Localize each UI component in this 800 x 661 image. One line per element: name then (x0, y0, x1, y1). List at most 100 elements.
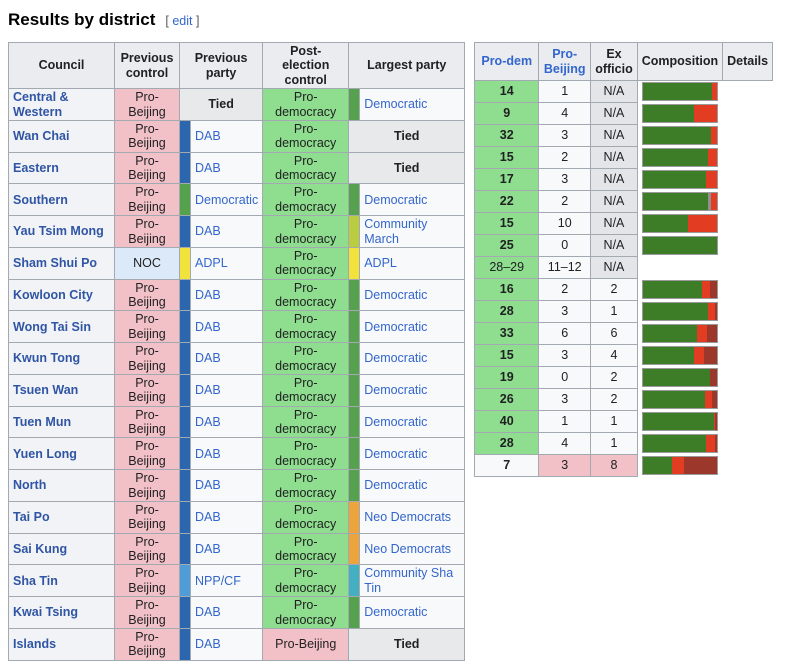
council-link[interactable]: Kowloon City (13, 288, 93, 302)
largest-party-link[interactable]: Democratic (364, 447, 427, 461)
council-link[interactable]: Yuen Long (13, 447, 77, 461)
district-row: Kwai TsingPro-BeijingDABPro-democracyDem… (9, 597, 465, 629)
council-link[interactable]: Sham Shui Po (13, 256, 97, 270)
district-row: Kowloon CityPro-BeijingDABPro-democracyD… (9, 279, 465, 311)
details-cell (723, 411, 773, 433)
council-link[interactable]: Wong Tai Sin (13, 320, 91, 334)
composition-cell (637, 279, 722, 301)
previous-party-link[interactable]: DAB (195, 415, 221, 429)
previous-party-link[interactable]: DAB (195, 510, 221, 524)
col-header-post-election-control: Post-election control (263, 43, 349, 89)
previous-party-link[interactable]: DAB (195, 478, 221, 492)
pro-beijing-count: 3 (539, 345, 591, 367)
previous-party-link[interactable]: ADPL (195, 256, 228, 270)
largest-party-link[interactable]: Democratic (364, 605, 427, 619)
pro-dem-link[interactable]: Pro-dem (481, 54, 532, 68)
pro-beijing-link[interactable]: Pro-Beijing (544, 47, 586, 75)
largest-party-color-swatch (349, 343, 360, 375)
largest-party-color-swatch (349, 279, 360, 311)
details-cell (723, 257, 773, 279)
largest-party-link[interactable]: Democratic (364, 288, 427, 302)
composition-segment-pro-beijing (708, 149, 717, 166)
composition-segment-pro-beijing (711, 127, 717, 144)
page-title: Results by district (8, 10, 155, 30)
previous-party-link[interactable]: DAB (195, 161, 221, 175)
previous-party-link[interactable]: DAB (195, 447, 221, 461)
council-link[interactable]: Tuen Mun (13, 415, 71, 429)
largest-party-link[interactable]: Democratic (364, 97, 427, 111)
council-link[interactable]: Sha Tin (13, 574, 58, 588)
largest-party-link[interactable]: ADPL (364, 256, 397, 270)
previous-party-color-swatch (180, 533, 191, 565)
previous-party-link[interactable]: DAB (195, 129, 221, 143)
previous-party-link[interactable]: DAB (195, 637, 221, 651)
council-link[interactable]: Kwai Tsing (13, 605, 78, 619)
council-cell: Wan Chai (9, 120, 115, 152)
largest-party-link[interactable]: Neo Democrats (364, 510, 451, 524)
council-cell: Southern (9, 184, 115, 216)
council-link[interactable]: Wan Chai (13, 129, 69, 143)
largest-party-color-swatch (349, 374, 360, 406)
largest-party-cell: Neo Democrats (360, 533, 465, 565)
previous-party-color-swatch (180, 374, 191, 406)
composition-bar (642, 170, 718, 189)
council-link[interactable]: Tsuen Wan (13, 383, 78, 397)
previous-party-link[interactable]: DAB (195, 288, 221, 302)
composition-segment-pro-dem (643, 281, 702, 298)
details-cell (723, 147, 773, 169)
previous-party-link[interactable]: DAB (195, 224, 221, 238)
largest-party-link[interactable]: Democratic (364, 478, 427, 492)
council-link[interactable]: Islands (13, 637, 56, 651)
largest-party-link[interactable]: Community March (364, 217, 427, 245)
district-row: Yau Tsim MongPro-BeijingDABPro-democracy… (9, 216, 465, 248)
seat-count-row: 2841 (475, 433, 773, 455)
council-link[interactable]: Southern (13, 193, 68, 207)
previous-party-link[interactable]: Democratic (195, 193, 258, 207)
previous-party-cell: DAB (191, 374, 263, 406)
composition-segment-pro-beijing (694, 105, 717, 122)
composition-segment-pro-dem (643, 325, 697, 342)
largest-party-link[interactable]: Democratic (364, 415, 427, 429)
largest-party-link[interactable]: Democratic (364, 383, 427, 397)
composition-segment-pro-beijing (688, 215, 718, 232)
largest-party-link[interactable]: Democratic (364, 320, 427, 334)
composition-segment-pro-dem (643, 237, 717, 254)
edit-link[interactable]: edit (172, 14, 192, 28)
council-cell: Islands (9, 628, 115, 660)
composition-cell (637, 345, 722, 367)
previous-party-link[interactable]: NPP/CF (195, 574, 241, 588)
previous-party-link[interactable]: DAB (195, 320, 221, 334)
largest-party-cell: ADPL (360, 247, 465, 279)
largest-party-link[interactable]: Democratic (364, 193, 427, 207)
previous-party-link[interactable]: DAB (195, 383, 221, 397)
composition-cell (637, 81, 722, 103)
largest-party-color-swatch (349, 501, 360, 533)
largest-party-link[interactable]: Democratic (364, 351, 427, 365)
post-election-control-cell: Pro-democracy (263, 247, 349, 279)
previous-party-color-swatch (180, 628, 191, 660)
previous-control-cell: Pro-Beijing (115, 343, 180, 375)
largest-party-link[interactable]: Community Sha Tin (364, 566, 453, 594)
council-cell: Yuen Long (9, 438, 115, 470)
council-link[interactable]: Eastern (13, 161, 59, 175)
largest-party-color-swatch (349, 184, 360, 216)
largest-party-cell: Democratic (360, 470, 465, 502)
largest-party-cell: Democratic (360, 374, 465, 406)
largest-party-cell: Community March (360, 216, 465, 248)
council-link[interactable]: Tai Po (13, 510, 50, 524)
previous-party-link[interactable]: DAB (195, 605, 221, 619)
council-link[interactable]: Kwun Tong (13, 351, 80, 365)
col-header-pro-beijing: Pro-Beijing (539, 43, 591, 81)
seat-count-row: 1902 (475, 367, 773, 389)
council-link[interactable]: Yau Tsim Mong (13, 224, 104, 238)
composition-segment-pro-beijing (706, 171, 717, 188)
previous-control-cell: Pro-Beijing (115, 406, 180, 438)
composition-segment-pro-dem (643, 413, 713, 430)
council-link[interactable]: North (13, 478, 46, 492)
pro-beijing-count: 10 (539, 213, 591, 235)
largest-party-color-swatch (349, 89, 360, 121)
composition-cell (637, 103, 722, 125)
council-link[interactable]: Central & Western (13, 90, 69, 118)
largest-party-color-swatch (349, 438, 360, 470)
previous-party-link[interactable]: DAB (195, 351, 221, 365)
